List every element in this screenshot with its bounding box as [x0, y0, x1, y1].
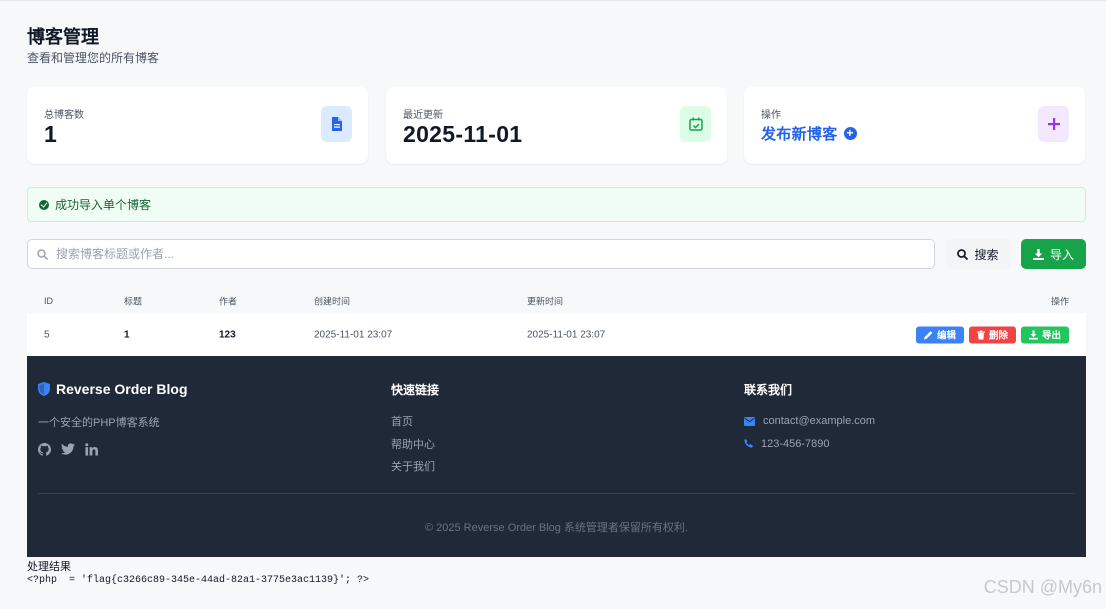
result-label: 处理结果: [27, 561, 71, 573]
footer-link-help[interactable]: 帮助中心: [391, 434, 435, 457]
stat-label-recent: 最近更新: [403, 110, 443, 121]
document-icon: [321, 106, 352, 142]
search-icon: [37, 248, 48, 260]
download-icon: [1032, 248, 1044, 260]
quick-links-heading: 快速链接: [391, 383, 440, 397]
result-code: <?php = 'flag{c3266c89-345e-44ad-82a1-37…: [27, 575, 370, 586]
page-title: 博客管理: [27, 27, 99, 47]
contact-heading: 联系我们: [744, 383, 793, 397]
footer-link-home[interactable]: 首页: [391, 411, 435, 434]
search-button[interactable]: 搜索: [946, 239, 1010, 269]
watermark: CSDN @My6n: [983, 577, 1102, 597]
edit-button-label: 编辑: [936, 330, 956, 342]
search-input[interactable]: [56, 247, 916, 261]
shield-icon: [38, 382, 50, 396]
footer-divider: [38, 493, 1075, 494]
copyright: © 2025 Reverse Order Blog 系统管理者保留所有权利.: [424, 522, 688, 534]
cell-id: 5: [44, 329, 50, 340]
search-box: [27, 239, 935, 269]
top-border: [0, 0, 1106, 1]
stat-label-total: 总博客数: [44, 110, 84, 121]
edit-button[interactable]: 编辑: [915, 326, 964, 343]
column-header-created: 创建时间: [314, 296, 351, 306]
footer: Reverse Order Blog 一个安全的PHP博客系统 快速链接 首页 …: [27, 356, 1086, 557]
contact-email[interactable]: contact@example.com: [744, 410, 875, 433]
pencil-icon: [923, 330, 933, 339]
delete-button-label: 删除: [988, 330, 1008, 342]
cell-author: 123: [219, 329, 236, 340]
column-header-id: ID: [44, 295, 53, 306]
plus-icon[interactable]: [1038, 106, 1069, 142]
table-header: ID 标题 作者 创建时间 更新时间 操作: [27, 288, 1086, 313]
delete-button[interactable]: 删除: [968, 326, 1016, 343]
trash-icon: [976, 330, 985, 339]
stat-label-action: 操作: [761, 110, 781, 121]
phone-icon: [744, 439, 753, 448]
plus-circle-icon: +: [843, 126, 857, 140]
export-button-label: 导出: [1041, 330, 1061, 342]
column-header-author: 作者: [219, 296, 238, 306]
column-header-actions: 操作: [1050, 296, 1069, 306]
footer-brand-name: Reverse Order Blog: [56, 381, 188, 397]
footer-link-about[interactable]: 关于我们: [391, 456, 435, 479]
github-icon[interactable]: [38, 443, 51, 456]
row-actions: 编辑 删除 导出: [915, 326, 1069, 343]
page-subtitle: 查看和管理您的所有博客: [27, 51, 160, 65]
stat-card-action: 操作 发布新博客 +: [744, 87, 1085, 164]
envelope-icon: [744, 416, 755, 426]
publish-new-blog-label: 发布新博客: [761, 126, 838, 143]
search-button-label: 搜索: [974, 247, 999, 262]
quick-links: 首页 帮助中心 关于我们: [391, 411, 435, 479]
export-button[interactable]: 导出: [1020, 326, 1069, 343]
calendar-check-icon: [680, 106, 711, 142]
contact-email-text: contact@example.com: [763, 415, 876, 427]
stat-card-recent: 最近更新 2025-11-01: [386, 87, 727, 164]
stat-value-total: 1: [44, 121, 58, 147]
contact-info: contact@example.com 123-456-7890: [744, 410, 875, 455]
footer-description: 一个安全的PHP博客系统: [38, 417, 160, 429]
column-header-updated: 更新时间: [527, 296, 564, 306]
publish-new-blog-link[interactable]: 发布新博客 +: [761, 123, 857, 144]
cell-updated: 2025-11-01 23:07: [527, 329, 606, 340]
download-icon: [1028, 330, 1038, 339]
import-button[interactable]: 导入: [1021, 239, 1086, 269]
social-links: [38, 443, 98, 456]
search-icon: [957, 248, 969, 260]
contact-phone-text: 123-456-7890: [761, 437, 830, 450]
cell-title: 1: [124, 329, 130, 340]
table-row: 5 1 123 2025-11-01 23:07 2025-11-01 23:0…: [27, 313, 1086, 356]
stat-card-total: 总博客数 1: [27, 87, 368, 164]
twitter-icon[interactable]: [61, 443, 75, 455]
success-alert: 成功导入单个博客: [27, 187, 1086, 222]
stat-value-recent: 2025-11-01: [403, 121, 523, 147]
import-button-label: 导入: [1049, 247, 1074, 262]
linkedin-icon[interactable]: [85, 443, 98, 456]
alert-message: 成功导入单个博客: [55, 198, 152, 212]
column-header-title: 标题: [124, 296, 143, 306]
check-circle-icon: [39, 199, 49, 210]
cell-created: 2025-11-01 23:07: [314, 329, 393, 340]
contact-phone[interactable]: 123-456-7890: [744, 433, 875, 456]
footer-brand: Reverse Order Blog: [38, 381, 188, 397]
